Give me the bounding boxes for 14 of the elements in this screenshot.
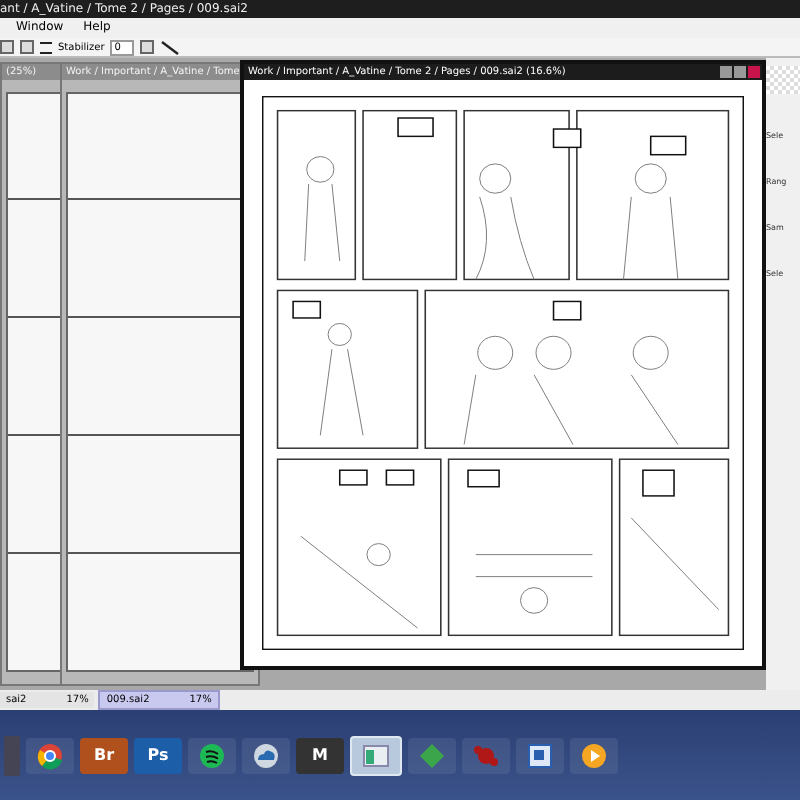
taskbar-frame-icon[interactable]	[516, 737, 564, 773]
taskbar-spotify-icon[interactable]	[188, 737, 236, 773]
taskbar-chrome-icon[interactable]	[26, 737, 74, 773]
taskbar-play-icon[interactable]	[570, 737, 618, 773]
color-preview	[766, 66, 800, 94]
taskbar-app[interactable]: Ps	[134, 737, 182, 773]
taskbar-app[interactable]: M	[296, 737, 344, 773]
taskbar-window-icon[interactable]	[350, 735, 402, 775]
tool-icon[interactable]	[140, 40, 155, 54]
lines-icon[interactable]	[40, 41, 52, 53]
taskbar-app[interactable]: Br	[80, 737, 128, 773]
taskbar-cloud-icon[interactable]	[242, 737, 290, 773]
start-button[interactable]	[4, 735, 20, 775]
pen-icon[interactable]	[160, 39, 181, 55]
